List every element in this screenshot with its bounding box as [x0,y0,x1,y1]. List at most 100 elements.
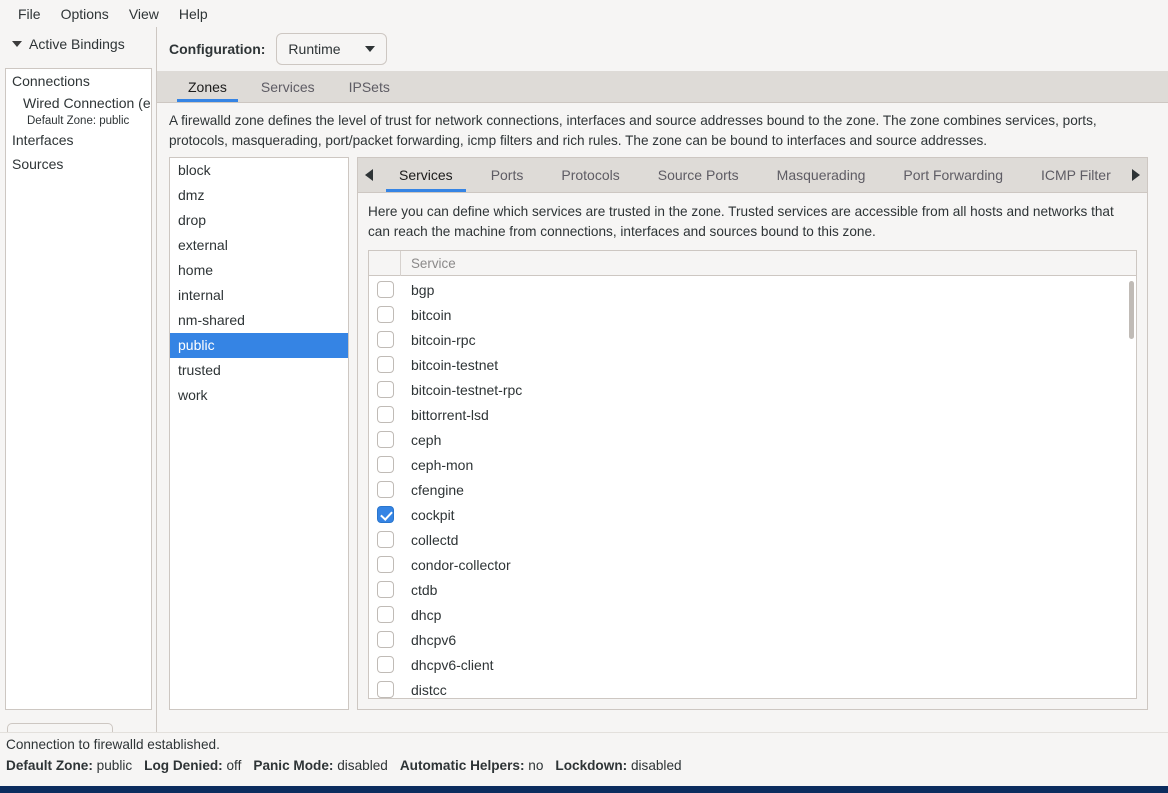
bottom-accent-bar [0,786,1168,793]
zone-item-public[interactable]: public [170,333,348,358]
service-label: bitcoin [394,307,451,323]
active-bindings-label: Active Bindings [29,36,125,52]
service-label: distcc [394,682,447,698]
status-field: Log Denied: off [144,758,241,773]
service-checkbox[interactable] [377,506,394,523]
zone-item-dmz[interactable]: dmz [170,183,348,208]
connection-title: Wired Connection (e [23,93,151,114]
status-field-key: Panic Mode: [253,758,333,773]
zone-item-home[interactable]: home [170,258,348,283]
service-checkbox[interactable] [377,381,394,398]
service-row[interactable]: ceph [369,427,1136,452]
service-checkbox[interactable] [377,431,394,448]
zones-split: block dmz drop external home internal nm… [157,157,1168,710]
service-checkbox[interactable] [377,581,394,598]
tab-scroll-right-button[interactable] [1125,158,1147,192]
configuration-label: Configuration: [169,41,265,57]
service-row[interactable]: bgp [369,277,1136,302]
bindings-tree[interactable]: Connections Wired Connection (e Default … [5,68,152,710]
header-checkbox-column [369,251,401,276]
status-field-value: off [227,758,242,773]
service-row[interactable]: bitcoin [369,302,1136,327]
zone-tab-services[interactable]: Services [380,158,472,192]
service-row[interactable]: bitcoin-rpc [369,327,1136,352]
active-bindings-header[interactable]: Active Bindings [0,27,156,60]
service-row[interactable]: dhcp [369,602,1136,627]
tab-zones[interactable]: Zones [171,71,244,102]
service-checkbox[interactable] [377,356,394,373]
service-checkbox[interactable] [377,456,394,473]
service-checkbox[interactable] [377,306,394,323]
menu-help[interactable]: Help [169,3,218,25]
status-field-value: disabled [337,758,388,773]
service-checkbox[interactable] [377,631,394,648]
service-label: ctdb [394,582,437,598]
zone-tab-source-ports[interactable]: Source Ports [639,158,758,192]
zone-tab-protocols[interactable]: Protocols [542,158,638,192]
zone-item-trusted[interactable]: trusted [170,358,348,383]
service-row[interactable]: cfengine [369,477,1136,502]
zone-item-internal[interactable]: internal [170,283,348,308]
service-checkbox[interactable] [377,656,394,673]
status-field-value: disabled [631,758,682,773]
service-label: cockpit [394,507,455,523]
tree-group-interfaces[interactable]: Interfaces [6,128,151,152]
status-message: Connection to firewalld established. [0,733,1168,752]
tree-item-wired-connection[interactable]: Wired Connection (e Default Zone: public [6,93,151,128]
triangle-left-icon [365,169,373,181]
zone-tab-icmp-filter[interactable]: ICMP Filter [1022,158,1125,192]
service-label: bittorrent-lsd [394,407,489,423]
service-row[interactable]: bitcoin-testnet-rpc [369,377,1136,402]
connection-default-zone: Default Zone: public [23,114,151,128]
service-checkbox[interactable] [377,481,394,498]
service-row[interactable]: ceph-mon [369,452,1136,477]
service-label: ceph-mon [394,457,473,473]
status-field: Lockdown: disabled [555,758,681,773]
firewall-config-window: File Options View Help Active Bindings C… [0,0,1168,793]
zone-item-nm-shared[interactable]: nm-shared [170,308,348,333]
service-row[interactable]: distcc [369,677,1136,698]
service-row[interactable]: dhcpv6 [369,627,1136,652]
tab-scroll-left-button[interactable] [358,158,380,192]
status-field-key: Log Denied: [144,758,223,773]
service-label: bitcoin-testnet-rpc [394,382,522,398]
service-checkbox[interactable] [377,531,394,548]
tree-group-sources[interactable]: Sources [6,152,151,176]
zone-item-drop[interactable]: drop [170,208,348,233]
status-field: Default Zone: public [6,758,132,773]
service-row[interactable]: bittorrent-lsd [369,402,1136,427]
tree-group-connections[interactable]: Connections [6,69,151,93]
services-scrollbar[interactable] [1129,281,1134,339]
service-label: ceph [394,432,441,448]
zone-list[interactable]: block dmz drop external home internal nm… [169,157,349,710]
status-bar: Connection to firewalld established. Def… [0,732,1168,786]
zone-tab-masquerading[interactable]: Masquerading [758,158,885,192]
service-row[interactable]: dhcpv6-client [369,652,1136,677]
configuration-bar: Configuration: Runtime [157,27,1168,71]
service-checkbox[interactable] [377,406,394,423]
service-row[interactable]: bitcoin-testnet [369,352,1136,377]
service-row[interactable]: condor-collector [369,552,1136,577]
service-checkbox[interactable] [377,331,394,348]
service-row[interactable]: cockpit [369,502,1136,527]
service-checkbox[interactable] [377,281,394,298]
zone-item-external[interactable]: external [170,233,348,258]
configuration-select[interactable]: Runtime [276,33,386,65]
service-label: dhcpv6 [394,632,456,648]
service-checkbox[interactable] [377,556,394,573]
service-row[interactable]: collectd [369,527,1136,552]
service-label: bitcoin-rpc [394,332,476,348]
service-checkbox[interactable] [377,681,394,698]
zone-item-block[interactable]: block [170,158,348,183]
menu-view[interactable]: View [119,3,169,25]
zone-tab-port-forwarding[interactable]: Port Forwarding [884,158,1022,192]
zone-item-work[interactable]: work [170,383,348,408]
service-label: condor-collector [394,557,511,573]
menu-file[interactable]: File [8,3,51,25]
service-row[interactable]: ctdb [369,577,1136,602]
tab-ipsets[interactable]: IPSets [332,71,407,102]
menu-options[interactable]: Options [51,3,119,25]
zone-tab-ports[interactable]: Ports [472,158,543,192]
tab-services[interactable]: Services [244,71,332,102]
service-checkbox[interactable] [377,606,394,623]
